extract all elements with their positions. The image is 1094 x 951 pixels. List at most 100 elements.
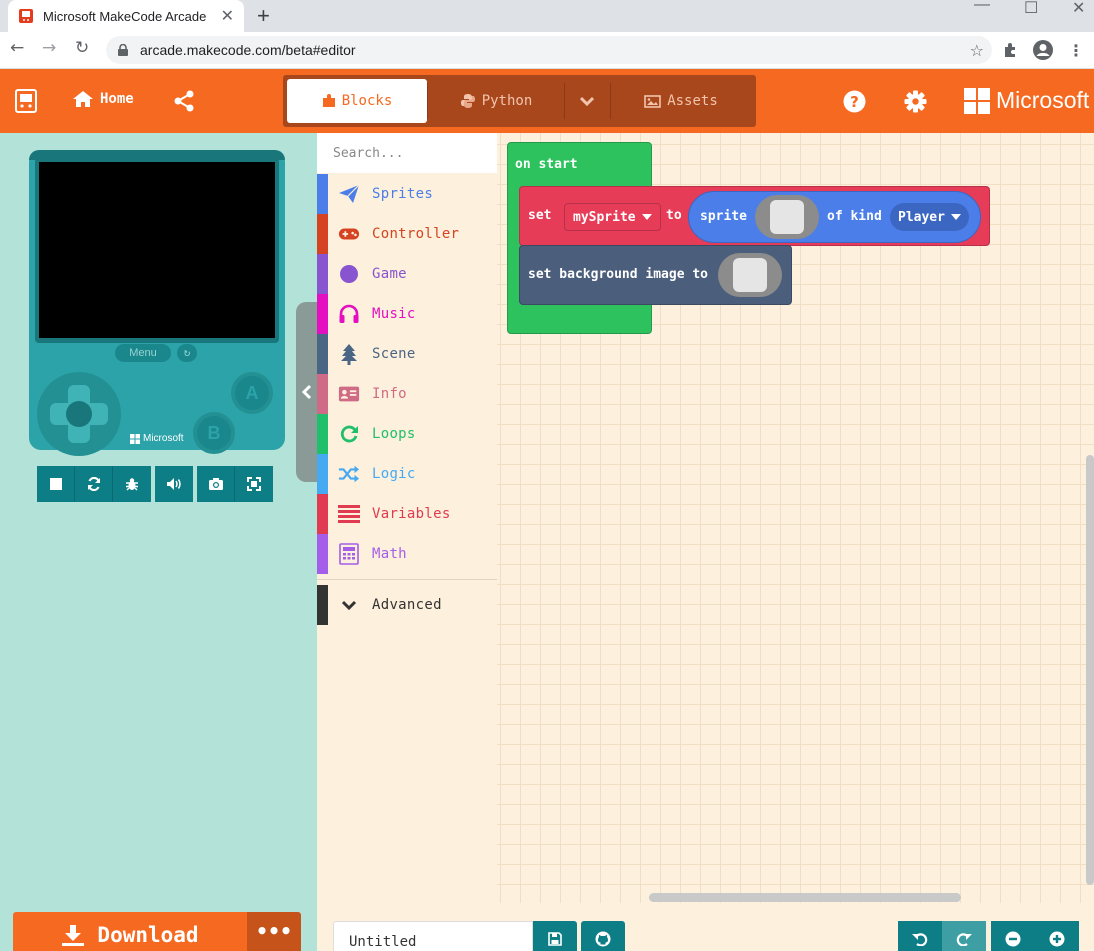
category-color-bar — [317, 254, 328, 294]
fullscreen-button[interactable] — [235, 466, 273, 502]
profile-avatar-icon[interactable] — [1032, 39, 1054, 61]
category-label: Sprites — [372, 186, 434, 202]
category-music[interactable]: Music — [317, 294, 497, 334]
stop-button[interactable] — [37, 466, 75, 502]
collapse-simulator-button[interactable] — [296, 302, 318, 482]
a-button[interactable]: A — [231, 372, 273, 414]
lock-icon — [118, 44, 128, 56]
b-button[interactable]: B — [193, 412, 235, 454]
tab-blocks[interactable]: Blocks — [287, 79, 427, 123]
save-disk-icon — [548, 932, 562, 946]
on-start-label: on start — [515, 157, 578, 172]
arcade-logo-icon[interactable] — [14, 89, 38, 113]
category-label: Math — [372, 546, 407, 562]
fullscreen-icon — [247, 477, 261, 491]
project-name-field[interactable]: Untitled — [333, 921, 533, 951]
new-tab-icon[interactable]: + — [257, 3, 270, 29]
image-thumbnail — [733, 258, 767, 292]
reload-icon[interactable]: ↻ — [75, 38, 89, 58]
microsoft-brand[interactable]: Microsoft — [964, 87, 1089, 114]
dpad[interactable] — [37, 372, 121, 456]
minimize-icon[interactable]: — — [974, 0, 990, 14]
zoom-out-button[interactable] — [991, 921, 1035, 951]
share-icon[interactable] — [173, 90, 195, 112]
horizontal-scrollbar[interactable] — [649, 893, 961, 902]
bookmark-star-icon[interactable]: ☆ — [970, 41, 984, 60]
category-loops[interactable]: Loops — [317, 414, 497, 454]
image-thumbnail — [770, 200, 804, 234]
category-advanced[interactable]: Advanced — [317, 585, 497, 625]
sprite-keyword: sprite — [700, 209, 747, 224]
dpad-center — [66, 401, 92, 427]
search-input[interactable] — [333, 145, 502, 161]
sprite-image-picker[interactable] — [755, 195, 819, 239]
browser-tab[interactable]: Microsoft MakeCode Arcade ✕ — [8, 0, 244, 32]
omnibox[interactable]: arcade.makecode.com/beta#editor ☆ — [106, 36, 992, 64]
language-dropdown[interactable] — [565, 79, 609, 123]
category-logic[interactable]: Logic — [317, 454, 497, 494]
category-color-bar — [317, 494, 328, 534]
kind-value: Player — [898, 209, 945, 225]
close-tab-icon[interactable]: ✕ — [221, 6, 234, 26]
category-info[interactable]: Info — [317, 374, 497, 414]
screenshot-button[interactable] — [197, 466, 235, 502]
tab-python[interactable]: Python — [429, 79, 563, 123]
close-window-icon[interactable]: ✕ — [1072, 0, 1085, 18]
game-screen[interactable] — [39, 162, 275, 338]
mute-button[interactable] — [155, 466, 193, 502]
caret-down-icon — [950, 214, 961, 220]
save-button[interactable] — [533, 921, 577, 951]
vertical-scrollbar[interactable] — [1086, 455, 1094, 885]
category-game[interactable]: Game — [317, 254, 497, 294]
undo-redo-group — [898, 921, 986, 951]
category-controller[interactable]: Controller — [317, 214, 497, 254]
undo-button[interactable] — [898, 921, 942, 951]
id-card-icon — [338, 383, 360, 405]
redo-icon — [956, 933, 972, 946]
browser-tab-bar: Microsoft MakeCode Arcade ✕ + — ☐ ✕ — [0, 0, 1094, 32]
back-icon[interactable]: ← — [10, 38, 24, 58]
settings-gear-icon[interactable] — [904, 90, 927, 113]
restart-button[interactable] — [75, 466, 113, 502]
home-button[interactable]: Home — [72, 90, 134, 108]
debug-button[interactable] — [113, 466, 151, 502]
maximize-icon[interactable]: ☐ — [1024, 0, 1038, 18]
kind-dropdown[interactable]: Player — [890, 203, 969, 231]
set-sprite-block[interactable]: set mySprite to sprite of kind Player — [519, 186, 990, 246]
simulator-toolbar — [37, 466, 273, 502]
category-math[interactable]: Math — [317, 534, 497, 574]
download-icon — [62, 924, 85, 946]
github-button[interactable] — [581, 921, 625, 951]
background-image-picker[interactable] — [718, 253, 782, 297]
category-color-bar — [317, 214, 328, 254]
home-icon — [73, 91, 93, 107]
forward-icon[interactable]: → — [42, 38, 56, 58]
download-button[interactable]: Download — [13, 912, 247, 951]
sprite-create-block[interactable]: sprite of kind Player — [688, 191, 981, 243]
help-icon[interactable]: ? — [843, 90, 866, 113]
category-variables[interactable]: Variables — [317, 494, 497, 534]
toolbox-search — [317, 133, 502, 173]
set-background-block[interactable]: set background image to — [519, 245, 792, 305]
tab-assets[interactable]: Assets — [611, 79, 751, 123]
editor-mode-toggle: Blocks Python Assets — [283, 75, 756, 127]
category-scene[interactable]: Scene — [317, 334, 497, 374]
category-sprites[interactable]: Sprites — [317, 174, 497, 214]
console-reset-icon[interactable]: ↻ — [177, 344, 197, 362]
variable-dropdown[interactable]: mySprite — [564, 203, 661, 231]
category-color-bar — [317, 414, 328, 454]
bug-icon — [126, 478, 138, 491]
blocks-workspace[interactable]: on start set mySprite to sprite of kind … — [497, 133, 1094, 903]
menu-button[interactable]: Menu — [115, 344, 171, 362]
category-label: Info — [372, 386, 407, 402]
extensions-puzzle-icon[interactable] — [1002, 42, 1018, 58]
caret-down-icon — [641, 214, 652, 220]
to-keyword: to — [666, 208, 682, 223]
redo-button[interactable] — [942, 921, 986, 951]
gamepad-icon — [338, 223, 360, 245]
browser-menu-icon[interactable]: ⋮ — [1068, 41, 1084, 60]
assets-label: Assets — [667, 93, 718, 109]
zoom-in-icon — [1049, 931, 1065, 947]
zoom-in-button[interactable] — [1035, 921, 1079, 951]
download-more-button[interactable]: ••• — [247, 912, 301, 951]
